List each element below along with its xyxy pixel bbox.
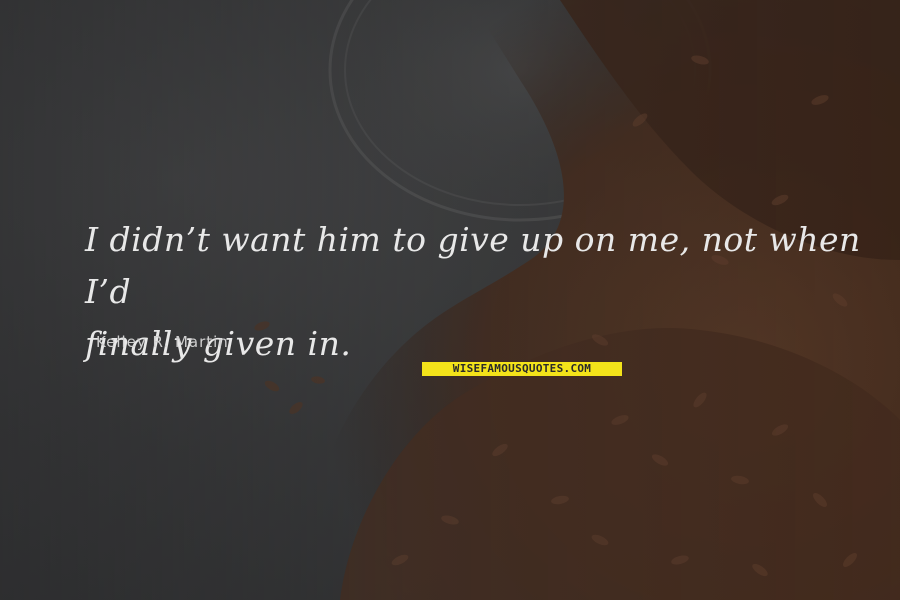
quote-line-1: I didn’t want him to give up on me, not …	[85, 220, 861, 311]
watermark-logo: WISEFAMOUSQUOTES.COM	[422, 362, 622, 376]
quote-image: I didn’t want him to give up on me, not …	[0, 0, 900, 600]
quote-author: Kelley R. Martin	[96, 333, 229, 351]
